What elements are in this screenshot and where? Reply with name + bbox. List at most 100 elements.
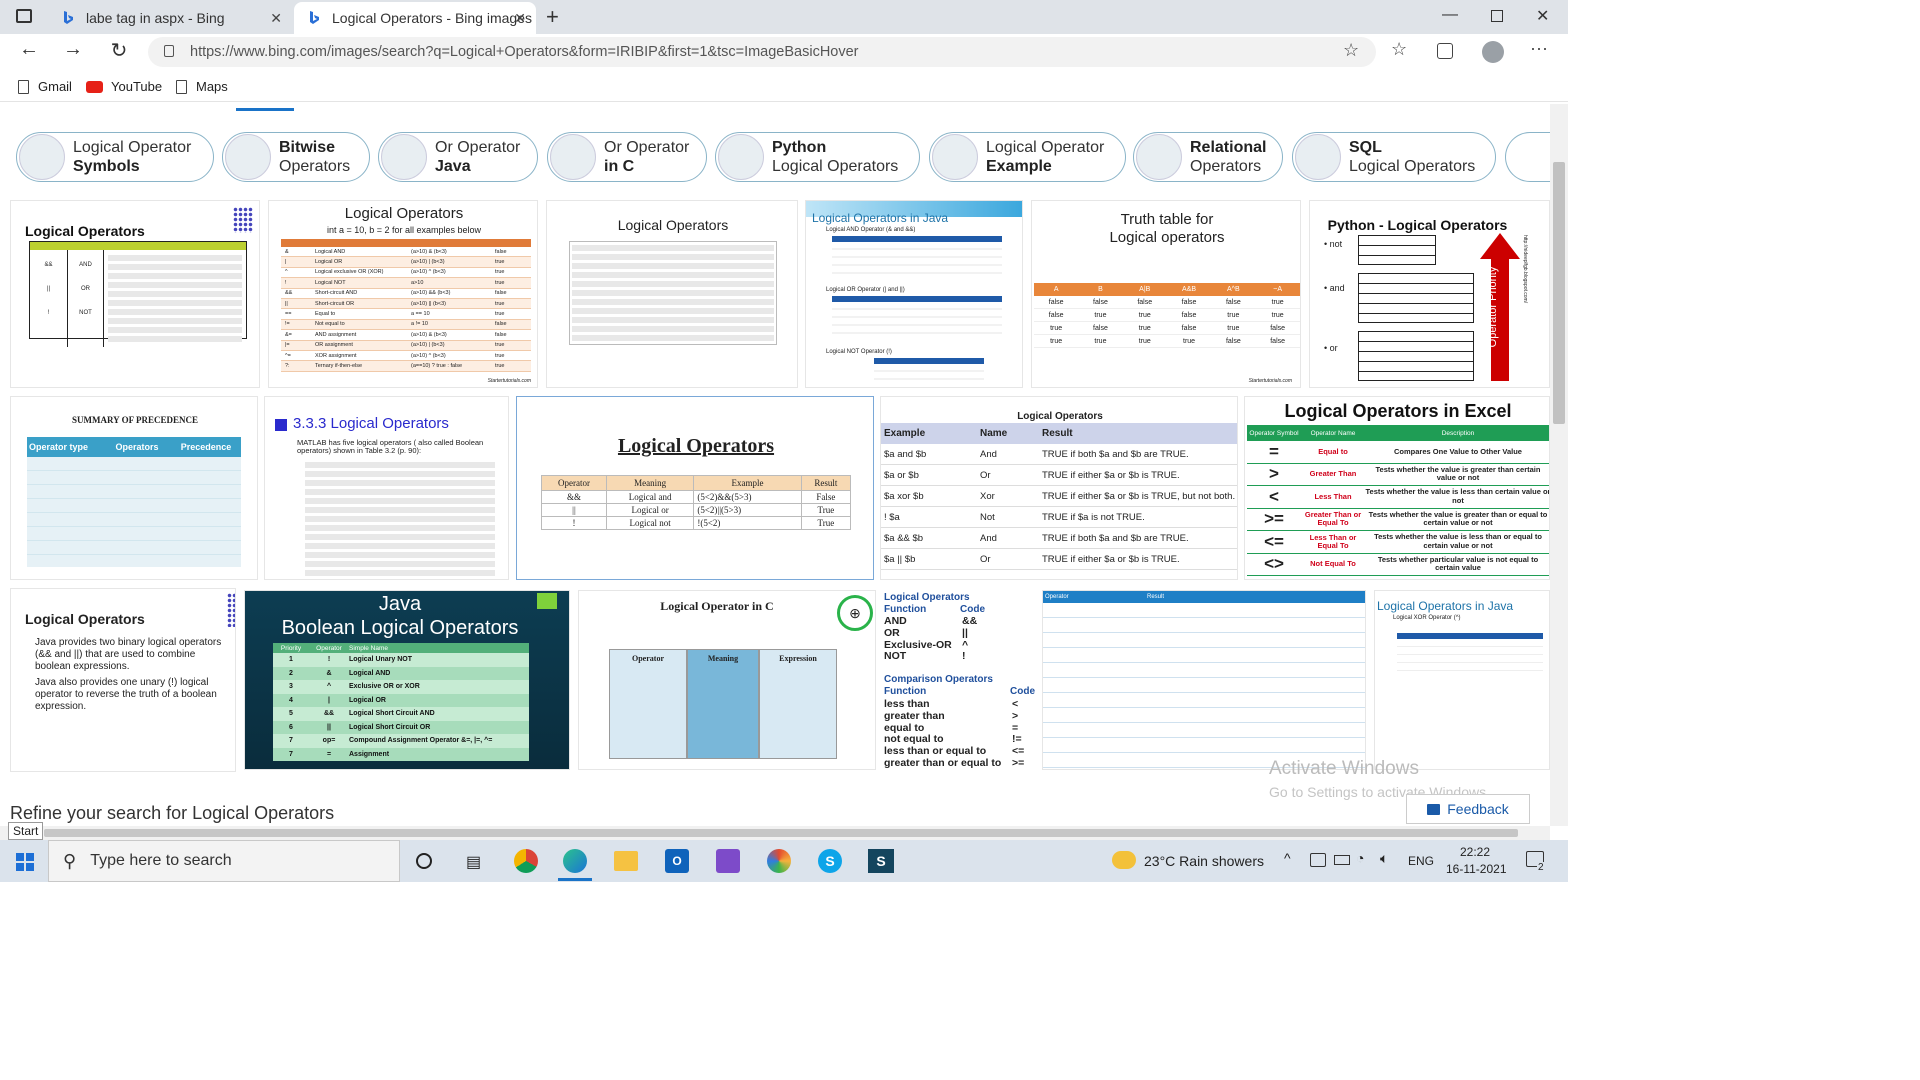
related-pill-4[interactable]: Or Operator in C: [547, 132, 707, 182]
weather-text[interactable]: 23°C Rain showers: [1144, 853, 1264, 869]
image-result-5[interactable]: Truth table for Logical operators A B A|B A…: [1031, 200, 1301, 388]
related-pill-3[interactable]: Or Operator Java: [378, 132, 538, 182]
add-favorite-icon[interactable]: ☆: [1343, 40, 1359, 61]
forward-icon[interactable]: →: [60, 38, 86, 61]
code-symbol: <: [1012, 698, 1019, 710]
image-result-7[interactable]: SUMMARY OF PRECEDENCE Operator type Oper…: [10, 396, 258, 580]
table-cell: |=: [285, 342, 290, 349]
new-tab-icon[interactable]: +: [546, 4, 559, 30]
weather-icon[interactable]: [1112, 851, 1136, 869]
image-result-15[interactable]: Logical Operators Function Code AND && OR |…: [884, 590, 1036, 770]
volume-icon[interactable]: 🔈︎: [1380, 850, 1388, 867]
table-cell: <>: [1264, 554, 1284, 574]
table-cell: true: [1138, 311, 1151, 319]
image-result-10[interactable]: Logical Operators Example Name Result $a an…: [880, 396, 1238, 580]
image-result-8[interactable]: 3.3.3 Logical Operators MATLAB has five …: [264, 396, 509, 580]
bookmark-youtube[interactable]: YouTube: [86, 79, 162, 94]
table-cell: !: [327, 656, 331, 664]
favorites-icon[interactable]: ☆: [1391, 39, 1407, 60]
image-result-16[interactable]: Operator Result: [1042, 590, 1366, 770]
paint-icon[interactable]: [767, 849, 791, 873]
back-icon[interactable]: ←: [16, 38, 42, 61]
related-pill-6[interactable]: Logical Operator Example: [929, 132, 1126, 182]
bookmark-maps[interactable]: Maps: [176, 79, 228, 94]
address-bar[interactable]: https://www.bing.com/images/search?q=Log…: [148, 37, 1376, 67]
bookmark-gmail[interactable]: Gmail: [18, 79, 72, 94]
related-pill-1[interactable]: Logical Operator Symbols: [16, 132, 214, 182]
function-name: Exclusive-OR: [884, 638, 952, 651]
wifi-icon[interactable]: ◔: [1356, 850, 1364, 866]
table-row: 4 | Logical OR: [273, 693, 529, 707]
table-cell: B: [1098, 286, 1103, 293]
minimize-icon[interactable]: —: [1442, 6, 1458, 24]
table-row: 6 || Logical Short Circuit OR: [273, 720, 529, 734]
profile-avatar[interactable]: [1482, 41, 1504, 63]
network-icon[interactable]: [1310, 853, 1326, 867]
clock-time[interactable]: 22:22: [1460, 845, 1490, 859]
related-pill-7[interactable]: Relational Operators: [1133, 132, 1283, 182]
visual-studio-icon[interactable]: [716, 849, 740, 873]
pill-overflow[interactable]: [1505, 132, 1555, 182]
image-result-6[interactable]: Python - Logical Operators • not • and •…: [1309, 200, 1550, 388]
table-cell: Logical Short Circuit OR: [349, 723, 431, 731]
table-cell: false: [1093, 324, 1108, 332]
image-result-14[interactable]: Logical Operator in C ⊕ Operator Meaning…: [578, 590, 876, 770]
image-result-3[interactable]: Logical Operators: [546, 200, 798, 388]
file-explorer-icon[interactable]: [614, 851, 638, 871]
table-cell: ||: [327, 723, 331, 731]
related-pill-5[interactable]: Python Logical Operators: [715, 132, 920, 182]
task-view-icon[interactable]: [416, 853, 432, 869]
related-pill-2[interactable]: Bitwise Operators: [222, 132, 370, 182]
tray-chevron-icon[interactable]: ^: [1284, 850, 1291, 866]
close-icon[interactable]: ✕: [514, 10, 526, 27]
zoom-badge[interactable]: ⊕: [837, 595, 873, 631]
table-row: = Equal to Compares One Value to Other Val…: [1247, 441, 1549, 464]
table-header: Operator Meaning Example Result: [541, 475, 852, 491]
image-result-17[interactable]: Logical Operators in Java Logical XOR Op…: [1374, 590, 1550, 770]
tab-1[interactable]: labe tag in aspx - Bing ✕: [48, 2, 292, 34]
collections-icon[interactable]: [1437, 43, 1453, 59]
image-result-4[interactable]: Logical Operators in Java Logical AND Op…: [805, 200, 1023, 388]
vertical-scrollbar[interactable]: [1550, 104, 1568, 826]
tab-2[interactable]: Logical Operators - Bing images ✕: [294, 2, 536, 34]
pill-text: Or Operator in C: [604, 138, 689, 176]
table-cell: ~A: [1273, 286, 1283, 293]
skype-icon[interactable]: S: [818, 849, 842, 873]
image-result-1[interactable]: Logical Operators && ||! AND OR NOT: [10, 200, 260, 388]
widgets-icon[interactable]: ▤: [466, 852, 481, 872]
scroll-thumb[interactable]: [1553, 162, 1565, 424]
ssms-icon[interactable]: S: [868, 849, 894, 873]
close-icon[interactable]: ✕: [270, 10, 282, 27]
image-result-13[interactable]: Java Boolean Logical Operators Priority O…: [244, 590, 570, 770]
pill-text: Bitwise Operators: [279, 138, 350, 176]
windows-start-icon[interactable]: [16, 853, 34, 871]
edge-icon[interactable]: [563, 849, 587, 873]
tab-actions-icon[interactable]: [16, 9, 32, 23]
pill-text: SQL Logical Operators: [1349, 138, 1475, 176]
more-icon[interactable]: ···: [1530, 38, 1548, 59]
table-cell: true: [1227, 324, 1240, 332]
language-indicator[interactable]: ENG: [1408, 854, 1434, 868]
image-result-2[interactable]: Logical Operators int a = 10, b = 2 for …: [268, 200, 538, 388]
address-toolbar: ← → ↻ https://www.bing.com/images/search…: [0, 34, 1568, 72]
col-header: Operator Name: [1310, 429, 1356, 437]
feedback-label: Feedback: [1447, 801, 1509, 817]
image-result-9[interactable]: Logical Operators Operator Meaning Example…: [516, 396, 874, 580]
horizontal-scrollbar[interactable]: [0, 826, 1550, 840]
chrome-icon[interactable]: [514, 849, 538, 873]
refresh-icon[interactable]: ↻: [106, 38, 132, 63]
image-result-11[interactable]: Logical Operators in Excel Operator Symb…: [1244, 396, 1550, 580]
outlook-icon[interactable]: O: [665, 849, 689, 873]
list-item: Exclusive-OR ^: [884, 639, 1034, 651]
table-cell: >=: [1264, 509, 1284, 529]
clock-date[interactable]: 16-11-2021: [1446, 862, 1507, 876]
c-table: Operator Meaning Expression: [609, 649, 837, 759]
maximize-icon[interactable]: [1491, 10, 1503, 22]
feedback-button[interactable]: Feedback: [1406, 794, 1530, 824]
battery-icon[interactable]: [1334, 855, 1350, 865]
taskbar-search[interactable]: ⚲ Type here to search: [48, 840, 400, 882]
image-result-12[interactable]: Logical Operators Java provides two bina…: [10, 588, 236, 772]
scroll-thumb[interactable]: [44, 829, 1518, 837]
close-window-icon[interactable]: ✕: [1536, 6, 1549, 26]
related-pill-8[interactable]: SQL Logical Operators: [1292, 132, 1496, 182]
